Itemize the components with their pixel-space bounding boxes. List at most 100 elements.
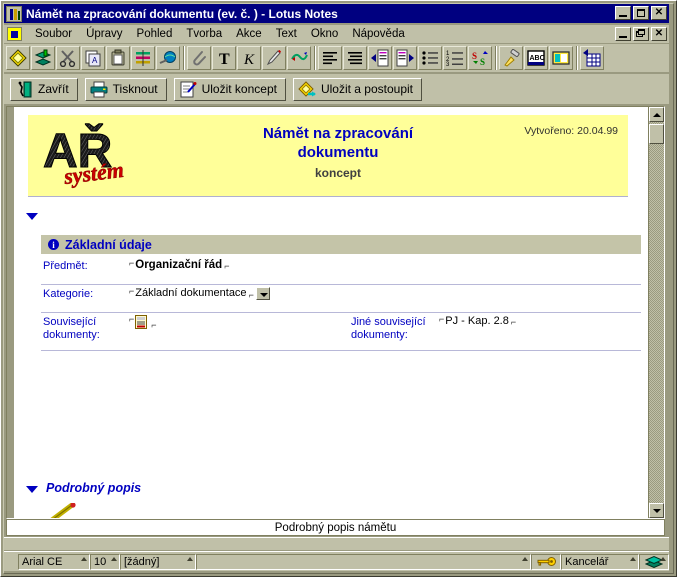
document-canvas[interactable]: AŘ systém Námět na zpracování dokumentu … xyxy=(16,107,647,518)
menu-label: Okno xyxy=(310,28,339,40)
scroll-up-button[interactable] xyxy=(649,107,664,122)
text-style-icon[interactable]: SS xyxy=(468,46,492,70)
copy-icon[interactable]: A xyxy=(81,46,105,70)
italic-text-icon[interactable]: K xyxy=(237,46,261,70)
numbered-list-icon[interactable]: 123 xyxy=(443,46,467,70)
window-controls: ✕ xyxy=(615,6,667,20)
document-area: AŘ systém Námět na zpracování dokumentu … xyxy=(6,106,665,519)
lotus-notes-icon xyxy=(6,5,22,22)
field-value-kategorie[interactable]: ⌐ Základní dokumentace ⌐ xyxy=(129,287,270,300)
close-icon: ✕ xyxy=(654,7,664,18)
attach-paperclip-icon[interactable] xyxy=(187,46,211,70)
status-message-cell[interactable] xyxy=(196,553,531,570)
menu-item-upravy[interactable]: Úpravy xyxy=(79,27,129,41)
maximize-button[interactable] xyxy=(633,6,649,20)
navigate-globe-icon[interactable] xyxy=(156,46,180,70)
status-style-cell[interactable]: [žádný] xyxy=(120,553,196,570)
status-location-cell[interactable]: Kancelář xyxy=(561,553,639,570)
mdi-close-button[interactable]: ✕ xyxy=(651,27,667,41)
menu-item-akce[interactable]: Akce xyxy=(229,27,269,41)
mdi-restore-button[interactable] xyxy=(633,27,649,41)
field-text-jine-souvisejici: PJ - Kap. 2.8 xyxy=(445,315,509,327)
spellcheck-abc-icon[interactable]: ABC xyxy=(524,46,548,70)
menu-item-soubor[interactable]: Soubor xyxy=(28,27,79,41)
outdent-icon[interactable] xyxy=(393,46,417,70)
field-value-jine-souvisejici-dokumenty[interactable]: ⌐ PJ - Kap. 2.8 ⌐ xyxy=(439,314,516,328)
search-flashlight-icon[interactable] xyxy=(499,46,523,70)
field-value-predmet[interactable]: ⌐ Organizační řád ⌐ xyxy=(129,259,230,272)
status-key-cell[interactable] xyxy=(531,553,561,570)
bullet-list-icon[interactable] xyxy=(418,46,442,70)
action-save-draft-button[interactable]: Uložit koncept xyxy=(173,77,286,101)
field-help-bar: Podrobný popis námětu xyxy=(6,519,665,536)
section-title-basic: Základní údaje xyxy=(65,237,152,252)
align-left-icon[interactable] xyxy=(318,46,342,70)
paste-icon[interactable] xyxy=(106,46,130,70)
label-line1: Jiné související xyxy=(351,316,426,328)
status-app-cell[interactable] xyxy=(639,553,669,570)
minimize-button[interactable] xyxy=(615,6,631,20)
menu-label: Akce xyxy=(236,28,262,40)
title-bar[interactable]: Námět na zpracování dokumentu (ev. č. ) … xyxy=(4,4,669,23)
mdi-window-controls: ✕ xyxy=(615,27,667,41)
chevron-down-icon[interactable] xyxy=(255,287,270,300)
caret-icon xyxy=(630,556,636,561)
status-bar: Arial CE 10 [žádný] Kancelář xyxy=(4,551,669,571)
open-book-icon[interactable] xyxy=(31,46,55,70)
mdi-minimize-button[interactable] xyxy=(615,27,631,41)
insert-image-icon[interactable] xyxy=(549,46,573,70)
new-memo-icon[interactable] xyxy=(6,46,30,70)
permanent-pen-icon[interactable] xyxy=(287,46,311,70)
section-title-description[interactable]: Podrobný popis xyxy=(46,481,141,495)
bold-text-icon[interactable]: T xyxy=(212,46,236,70)
scroll-down-button[interactable] xyxy=(649,503,664,518)
menu-item-tvorba[interactable]: Tvorba xyxy=(179,27,229,41)
scrollbar-thumb[interactable] xyxy=(649,124,664,144)
label-line1: Související xyxy=(43,316,97,328)
scissors-cut-icon[interactable] xyxy=(56,46,80,70)
svg-text:T: T xyxy=(219,51,230,67)
chevron-down-icon xyxy=(653,509,661,513)
caret-icon xyxy=(522,556,528,561)
field-bracket-open: ⌐ xyxy=(129,286,135,296)
document-created-date: Vytvořeno: 20.04.99 xyxy=(524,125,618,137)
doclink-icon[interactable] xyxy=(135,315,149,330)
caret-icon xyxy=(660,556,666,561)
toolbar: A T K 123 SS ABC xyxy=(4,44,669,72)
close-button[interactable]: ✕ xyxy=(651,6,667,20)
svg-text:S: S xyxy=(472,51,477,61)
menu-item-okno[interactable]: Okno xyxy=(304,27,346,41)
field-value-souvisejici-dokumenty[interactable]: ⌐ ⌐ xyxy=(129,315,157,330)
menu-item-pohled[interactable]: Pohled xyxy=(130,27,180,41)
action-bar: Zavřít Tisknout Uložit koncept Uložit a … xyxy=(4,74,669,104)
status-location-value: Kancelář xyxy=(565,555,609,568)
properties-icon[interactable] xyxy=(131,46,155,70)
field-bracket-close: ⌐ xyxy=(224,261,230,271)
key-icon xyxy=(537,557,556,566)
caret-icon xyxy=(111,556,117,561)
application-window: Námět na zpracování dokumentu (ev. č. ) … xyxy=(0,0,677,577)
action-close-button[interactable]: Zavřít xyxy=(10,77,78,101)
field-bracket-open: ⌐ xyxy=(439,314,445,324)
align-full-icon[interactable] xyxy=(343,46,367,70)
menu-item-text[interactable]: Text xyxy=(269,27,304,41)
status-fontsize-cell[interactable]: 10 xyxy=(90,553,120,570)
vertical-scrollbar[interactable] xyxy=(648,107,664,518)
field-row-kategorie: Kategorie: ⌐ Základní dokumentace ⌐ xyxy=(41,285,641,313)
insert-table-icon[interactable] xyxy=(580,46,604,70)
indent-icon[interactable] xyxy=(368,46,392,70)
field-row-predmet: Předmět: ⌐ Organizační řád ⌐ xyxy=(41,257,641,285)
highlight-pen-icon[interactable] xyxy=(262,46,286,70)
save-draft-icon xyxy=(180,81,197,97)
menu-item-napoveda[interactable]: Nápověda xyxy=(345,27,411,41)
twisty-collapse-top-icon[interactable] xyxy=(26,213,38,220)
document-title-line1: Námět na zpracování xyxy=(262,125,414,142)
twisty-collapse-description-icon[interactable] xyxy=(26,486,38,493)
menu-bar: Soubor Úpravy Pohled Tvorba Akce Text Ok… xyxy=(4,25,669,43)
action-save-forward-button[interactable]: Uložit a postoupit xyxy=(292,77,423,101)
left-margin-bar xyxy=(7,107,15,518)
action-print-button[interactable]: Tisknout xyxy=(84,77,167,101)
status-font-cell[interactable]: Arial CE xyxy=(18,553,90,570)
section-header-basic[interactable]: i Základní údaje xyxy=(41,235,641,255)
document-icon[interactable] xyxy=(7,27,22,41)
